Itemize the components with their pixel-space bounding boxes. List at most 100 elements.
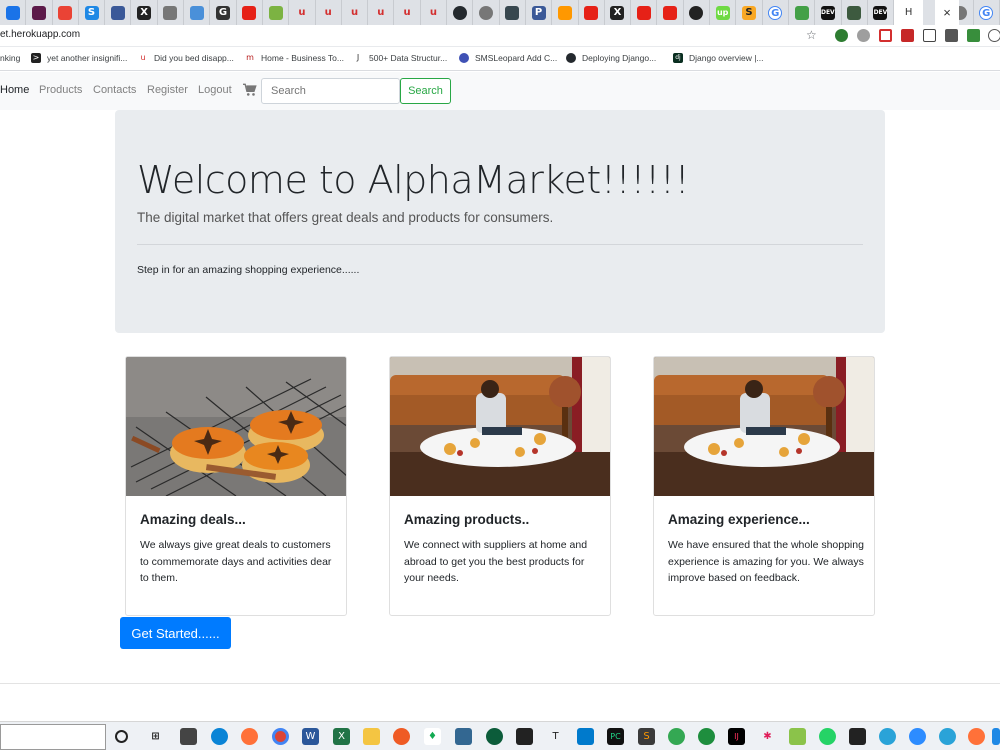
- browser-tab[interactable]: DEV: [815, 0, 842, 25]
- browser-tab[interactable]: u: [368, 0, 395, 25]
- close-tab-icon[interactable]: ×: [935, 0, 959, 25]
- extension-icon[interactable]: [901, 29, 914, 42]
- word-icon[interactable]: W: [302, 728, 319, 745]
- bookmark-item[interactable]: m Home - Business To...: [245, 53, 344, 63]
- telegram-icon[interactable]: [939, 728, 956, 745]
- telegram-icon[interactable]: [879, 728, 896, 745]
- browser-tab[interactable]: u: [342, 0, 369, 25]
- sublime-icon[interactable]: S: [638, 728, 655, 745]
- nav-link-products[interactable]: Products: [39, 84, 82, 96]
- chrome-icon[interactable]: [272, 728, 289, 745]
- extension-icon[interactable]: [945, 29, 958, 42]
- browser-tab[interactable]: [842, 0, 868, 25]
- browser-tab[interactable]: [657, 0, 684, 25]
- terminal-icon[interactable]: [516, 728, 533, 745]
- bookmark-item[interactable]: nking: [0, 53, 20, 63]
- browser-tab[interactable]: G: [763, 0, 789, 25]
- browser-tab[interactable]: [105, 0, 132, 25]
- browser-tab[interactable]: DEV: [868, 0, 895, 25]
- browser-tab[interactable]: [237, 0, 263, 25]
- browser-tab-active[interactable]: H: [894, 0, 924, 25]
- browser-tab[interactable]: [158, 0, 185, 25]
- nav-link-contacts[interactable]: Contacts: [93, 84, 136, 96]
- browser-tab[interactable]: X: [605, 0, 632, 25]
- browser-tab[interactable]: G: [974, 0, 1000, 25]
- bookmark-star-icon[interactable]: ☆: [806, 28, 817, 42]
- edge-icon[interactable]: [211, 728, 228, 745]
- browser-tab[interactable]: [184, 0, 211, 25]
- browser-tab[interactable]: [789, 0, 816, 25]
- firefox-icon[interactable]: [241, 728, 258, 745]
- get-started-button[interactable]: Get Started......: [120, 617, 231, 649]
- browser-tab[interactable]: [0, 0, 27, 25]
- bookmark-item[interactable]: Deploying Django...: [566, 53, 656, 63]
- browser-tab[interactable]: u: [289, 0, 316, 25]
- whatsapp-icon[interactable]: [819, 728, 836, 745]
- slack-icon[interactable]: ✱: [759, 728, 776, 745]
- browser-tab[interactable]: [684, 0, 711, 25]
- pycharm-icon[interactable]: PC: [607, 728, 624, 745]
- anki-icon[interactable]: [849, 728, 866, 745]
- task-view-icon[interactable]: ⊞: [147, 728, 164, 745]
- nav-link-register[interactable]: Register: [147, 84, 188, 96]
- cart-icon[interactable]: [243, 83, 257, 97]
- browser-tab[interactable]: [263, 0, 290, 25]
- firefox-icon[interactable]: [968, 728, 985, 745]
- typora-icon[interactable]: T: [547, 728, 564, 745]
- postgres-icon[interactable]: [455, 728, 472, 745]
- nav-link-logout[interactable]: Logout: [198, 84, 232, 96]
- vscode-icon[interactable]: [577, 728, 594, 745]
- search-input[interactable]: [261, 78, 400, 104]
- extension-icon[interactable]: [857, 29, 870, 42]
- browser-tab[interactable]: [579, 0, 605, 25]
- browser-tab[interactable]: [473, 0, 500, 25]
- browser-tab[interactable]: up: [710, 0, 737, 25]
- browser-tab[interactable]: u: [421, 0, 448, 25]
- search-button[interactable]: Search: [400, 78, 451, 104]
- browser-tab[interactable]: S: [79, 0, 106, 25]
- browser-tab[interactable]: [53, 0, 79, 25]
- bookmark-item[interactable]: > yet another insignifi...: [31, 53, 127, 63]
- file-explorer-icon[interactable]: [363, 728, 380, 745]
- browser-tab[interactable]: P: [526, 0, 553, 25]
- youtube-icon: [584, 5, 599, 20]
- browser-tab[interactable]: [631, 0, 658, 25]
- tab-favicon-icon: u: [298, 6, 306, 18]
- url-text[interactable]: et.herokuapp.com: [0, 29, 80, 40]
- chrome-profile-icon[interactable]: [668, 728, 685, 745]
- nav-link-home[interactable]: Home: [0, 84, 29, 96]
- excel-icon[interactable]: X: [333, 728, 350, 745]
- cortana-icon[interactable]: [115, 730, 128, 743]
- store-icon[interactable]: [180, 728, 197, 745]
- chrome-profile-icon[interactable]: [698, 728, 715, 745]
- extension-icon[interactable]: [967, 29, 980, 42]
- bookmark-item[interactable]: SMSLeopard Add C...: [459, 53, 557, 63]
- gitkraken-icon[interactable]: [486, 728, 503, 745]
- extension-icon[interactable]: [923, 29, 936, 42]
- mongodb-icon[interactable]: ♦: [424, 728, 441, 745]
- bookmark-item[interactable]: u Did you bed disapp...: [138, 53, 233, 63]
- zoom-icon[interactable]: [909, 728, 926, 745]
- browser-tab[interactable]: S: [736, 0, 763, 25]
- address-bar[interactable]: et.herokuapp.com ☆: [0, 25, 1000, 47]
- bookmark-label: Deploying Django...: [582, 53, 657, 63]
- postman-icon[interactable]: [393, 728, 410, 745]
- profile-icon[interactable]: [988, 29, 1000, 42]
- browser-tab[interactable]: u: [394, 0, 421, 25]
- browser-tab[interactable]: [447, 0, 474, 25]
- browser-tab[interactable]: [500, 0, 526, 25]
- browser-tab[interactable]: X: [131, 0, 158, 25]
- browser-tab[interactable]: [552, 0, 579, 25]
- notepad-icon[interactable]: [789, 728, 806, 745]
- browser-tab[interactable]: [26, 0, 53, 25]
- app-icon[interactable]: [992, 728, 1000, 745]
- browser-tab[interactable]: u: [316, 0, 342, 25]
- hero-jumbotron: Welcome to AlphaMarket!!!!!! The digital…: [115, 110, 885, 333]
- bookmark-item[interactable]: J 500+ Data Structur...: [353, 53, 447, 63]
- extension-icon[interactable]: [835, 29, 848, 42]
- browser-tab[interactable]: G: [210, 0, 237, 25]
- taskbar-search-box[interactable]: [0, 724, 106, 750]
- intellij-icon[interactable]: IJ: [728, 728, 745, 745]
- extension-icon[interactable]: [879, 29, 892, 42]
- bookmark-item[interactable]: dj Django overview |...: [673, 53, 764, 63]
